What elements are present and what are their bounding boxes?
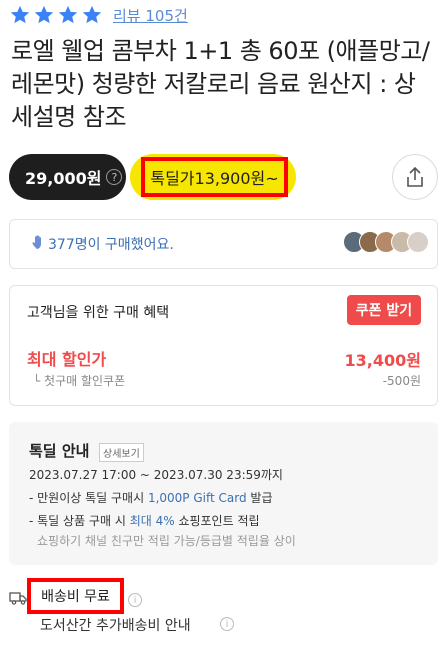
review-count-link[interactable]: 리뷰 105건 <box>113 5 188 26</box>
truck-icon <box>9 592 27 605</box>
share-button[interactable] <box>392 154 438 200</box>
deal-benefit-line: - 만원이상 톡딜 구매시 1,000P Gift Card 발급 <box>29 489 273 506</box>
point-rate-highlight: 최대 4% <box>129 514 175 528</box>
max-discount-price: 13,400원 <box>344 351 421 370</box>
share-icon <box>407 166 423 187</box>
deal-price-highlight[interactable]: 톡딜가 13,900원~ <box>141 157 288 197</box>
remote-area-shipping-text: 도서산간 추가배송비 안내 <box>40 618 191 634</box>
deal-benefit-prefix: - 만원이상 톡딜 구매시 <box>29 491 148 505</box>
avatar <box>407 231 429 253</box>
star-icon <box>33 4 55 26</box>
deal-note: 쇼핑하기 채널 친구만 적립 가능/등급별 적립율 상이 <box>37 534 296 548</box>
point-benefit-line: - 톡딜 상품 구매 시 최대 4% 쇼핑포인트 적립 <box>29 512 260 529</box>
first-purchase-coupon-value: -500원 <box>382 374 421 388</box>
first-purchase-coupon-text: 첫구매 할인쿠폰 <box>44 374 126 388</box>
remote-area-info-icon[interactable]: i <box>220 617 234 631</box>
point-benefit-prefix: - 톡딜 상품 구매 시 <box>29 514 130 528</box>
original-price-pill[interactable]: 29,000원 ? <box>9 154 126 200</box>
benefit-title: 고객님을 위한 구매 혜택 <box>27 305 170 321</box>
point-benefit-suffix: 쇼핑포인트 적립 <box>174 514 260 528</box>
buyer-avatars <box>343 231 429 253</box>
star-icon <box>81 4 103 26</box>
deal-benefit-suffix: 발급 <box>246 491 273 505</box>
star-icon <box>9 4 31 26</box>
buyers-count-text: 377명이 구매했어요. <box>48 237 174 253</box>
shipping-info-icon[interactable]: i <box>128 593 142 607</box>
deal-info-title: 톡딜 안내 <box>29 442 90 460</box>
deal-detail-link[interactable]: 상세보기 <box>99 443 144 462</box>
get-coupon-button[interactable]: 쿠폰 받기 <box>347 295 421 325</box>
max-discount-label: 최대 할인가 <box>27 350 107 369</box>
deal-price: 13,900원~ <box>194 169 279 188</box>
deal-period: 2023.07.27 17:00 ~ 2023.07.30 23:59까지 <box>29 468 283 482</box>
deal-label: 톡딜가 <box>150 169 195 188</box>
waving-hand-icon <box>32 235 41 249</box>
gift-card-highlight: 1,000P Gift Card <box>147 491 247 505</box>
rating-row: 리뷰 105건 <box>9 4 188 26</box>
free-shipping-highlight: 배송비 무료 <box>27 578 124 614</box>
first-purchase-coupon-label: └ 첫구매 할인쿠폰 <box>33 374 126 388</box>
original-price: 29,000원 <box>25 169 102 188</box>
question-icon[interactable]: ? <box>106 169 123 185</box>
star-icon <box>57 4 79 26</box>
product-title: 로엘 웰업 콤부차 1+1 총 60포 (애플망고/레몬맛) 청량한 저칼로리 … <box>11 37 430 131</box>
